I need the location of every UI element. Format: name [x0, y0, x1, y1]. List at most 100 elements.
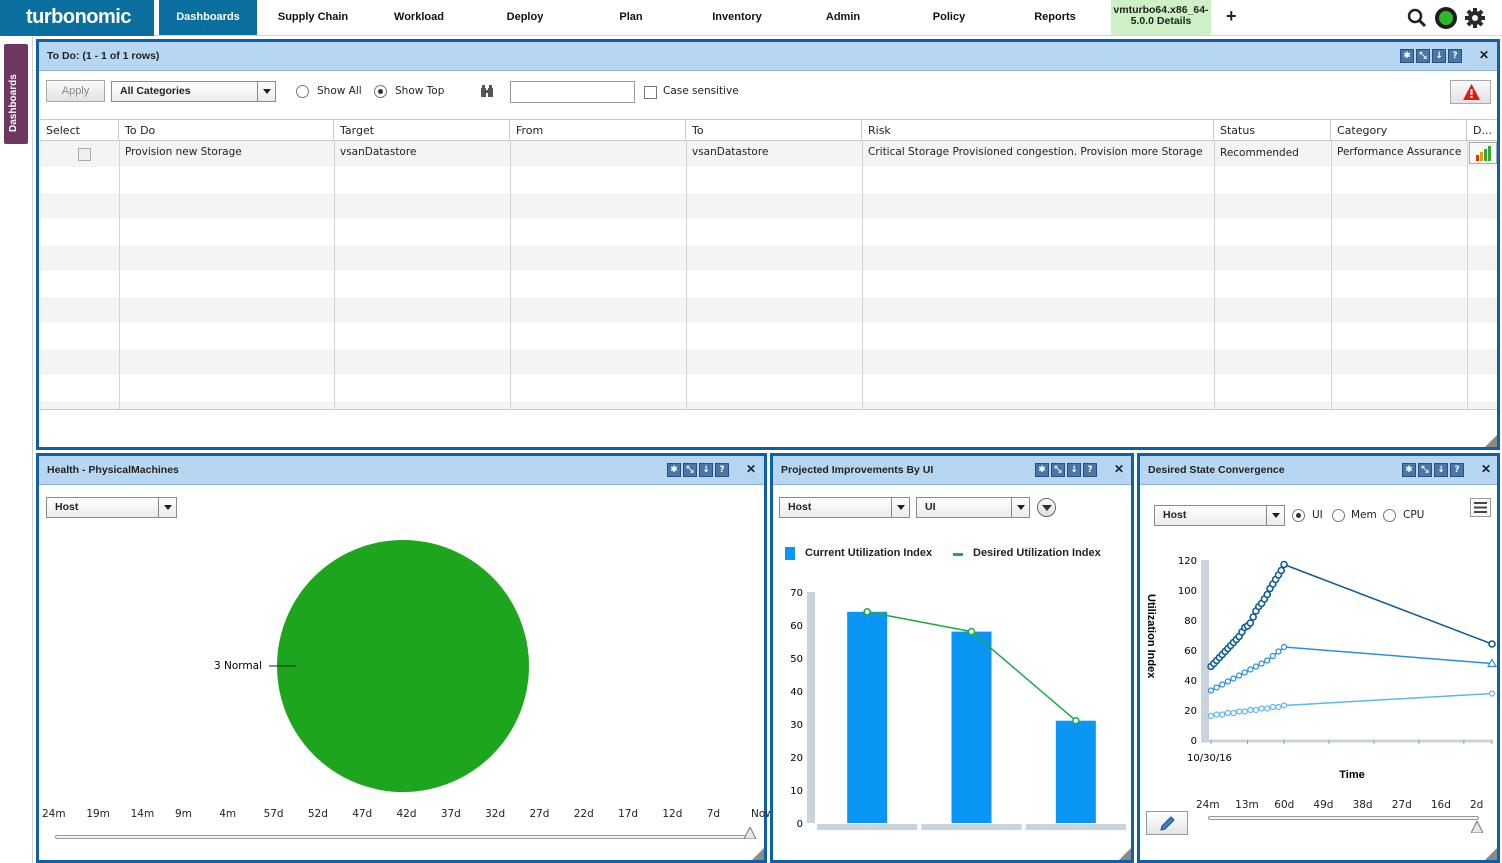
help-icon[interactable]: ? [1083, 463, 1097, 477]
col-category[interactable]: Category [1331, 120, 1467, 141]
close-icon[interactable]: ✕ [1481, 462, 1491, 476]
series-point-cpu[interactable] [1213, 711, 1220, 718]
series-point-cpu[interactable] [1241, 708, 1248, 715]
mem-radio[interactable] [1332, 509, 1345, 522]
nav-policy[interactable]: Policy [900, 0, 998, 35]
download-icon[interactable]: ↓ [699, 463, 713, 477]
resize-handle[interactable] [752, 848, 764, 860]
bar-current-utilization[interactable] [847, 611, 888, 823]
health-time-slider[interactable] [55, 835, 752, 839]
help-icon[interactable]: ? [1448, 49, 1462, 63]
pie-slice-normal[interactable] [277, 540, 529, 792]
slider-handle-icon[interactable] [744, 827, 756, 839]
series-point-cpu[interactable] [1258, 705, 1265, 712]
settings-icon[interactable]: ✱ [667, 463, 681, 477]
col-target[interactable]: Target [334, 120, 510, 141]
nav-admin[interactable]: Admin [794, 0, 892, 35]
series-point-mem[interactable] [1219, 681, 1226, 688]
details-chart-button[interactable] [1469, 142, 1497, 164]
col-risk[interactable]: Risk [862, 120, 1214, 141]
series-point-mem[interactable] [1247, 666, 1254, 673]
maximize-icon[interactable]: ⤡ [1418, 463, 1432, 477]
nav-reports[interactable]: Reports [1006, 0, 1104, 35]
slider-handle-icon[interactable] [1471, 821, 1483, 833]
download-icon[interactable]: ↓ [1434, 463, 1448, 477]
series-point-cpu[interactable] [1264, 705, 1271, 712]
turbonomic-logo[interactable]: turbonomic [0, 0, 154, 36]
series-point-cpu[interactable] [1230, 709, 1237, 717]
series-point-cpu[interactable] [1247, 706, 1254, 714]
desired-entity-select[interactable]: Host [1154, 505, 1285, 526]
close-icon[interactable]: ✕ [746, 462, 756, 476]
gear-icon[interactable] [1464, 7, 1486, 29]
resize-handle[interactable] [1485, 848, 1497, 860]
settings-icon[interactable]: ✱ [1402, 463, 1416, 477]
maximize-icon[interactable]: ⤡ [1051, 463, 1065, 477]
series-point-ui[interactable] [1277, 566, 1286, 575]
series-point-cpu[interactable] [1275, 703, 1282, 711]
col-details[interactable]: D... [1467, 120, 1497, 141]
series-point-mem[interactable] [1264, 657, 1271, 664]
point-desired-utilization[interactable] [863, 608, 871, 616]
filter-input[interactable] [510, 81, 635, 103]
nav-workload[interactable]: Workload [370, 0, 468, 35]
category-select[interactable]: All Categories [111, 81, 276, 102]
series-point-ui[interactable] [1280, 560, 1288, 569]
col-status[interactable]: Status [1214, 120, 1331, 141]
close-icon[interactable]: ✕ [1114, 462, 1124, 476]
maximize-icon[interactable]: ⤡ [683, 463, 697, 477]
show-all-radio[interactable] [296, 85, 309, 98]
chart-menu-button[interactable] [1470, 498, 1491, 517]
series-point-cpu[interactable] [1488, 690, 1496, 697]
point-desired-utilization[interactable] [1072, 716, 1080, 725]
col-select[interactable]: Select [40, 120, 119, 141]
user-avatar-icon[interactable] [1435, 7, 1457, 29]
series-point-mem[interactable] [1230, 675, 1237, 682]
projected-metric-select[interactable]: UI [916, 497, 1030, 518]
desired-time-slider[interactable] [1208, 816, 1479, 820]
series-point-cpu[interactable] [1207, 712, 1215, 720]
series-point-mem[interactable] [1235, 672, 1243, 679]
nav-inventory[interactable]: Inventory [688, 0, 786, 35]
settings-icon[interactable]: ✱ [1400, 49, 1414, 63]
apply-button[interactable]: Apply [46, 80, 105, 102]
download-icon[interactable]: ↓ [1067, 463, 1081, 477]
ui-radio[interactable] [1292, 509, 1305, 522]
download-icon[interactable]: ↓ [1432, 49, 1446, 63]
series-point-ui[interactable] [1246, 619, 1255, 627]
alert-button[interactable] [1450, 80, 1491, 104]
resize-handle[interactable] [1119, 848, 1131, 860]
series-point-cpu[interactable] [1280, 702, 1288, 709]
nav-deploy[interactable]: Deploy [476, 0, 574, 35]
projected-options-button[interactable] [1037, 498, 1056, 517]
bar-current-utilization[interactable] [1055, 720, 1096, 823]
table-row[interactable]: Provision new Storage vsanDatastore vsan… [40, 141, 1497, 167]
resize-handle[interactable] [1485, 435, 1497, 447]
help-icon[interactable]: ? [1450, 463, 1464, 477]
series-point-mem[interactable] [1275, 648, 1282, 655]
col-to[interactable]: To [686, 120, 862, 141]
cpu-radio[interactable] [1383, 509, 1396, 522]
maximize-icon[interactable]: ⤡ [1416, 49, 1430, 63]
series-point-mem[interactable] [1280, 643, 1288, 651]
projected-entity-select[interactable]: Host [779, 497, 910, 518]
col-from[interactable]: From [510, 120, 686, 141]
col-todo[interactable]: To Do [119, 120, 334, 141]
bar-current-utilization[interactable] [951, 631, 992, 823]
series-point-cpu[interactable] [1219, 711, 1226, 718]
series-point-mem[interactable] [1213, 684, 1220, 691]
nav-supply-chain[interactable]: Supply Chain [262, 0, 364, 35]
close-icon[interactable]: ✕ [1479, 48, 1489, 62]
series-point-ui[interactable] [1488, 640, 1496, 648]
show-top-radio[interactable] [374, 85, 387, 98]
series-point-mem[interactable] [1269, 652, 1276, 660]
series-point-mem[interactable] [1241, 669, 1248, 676]
binoculars-icon[interactable] [480, 84, 494, 98]
case-sensitive-checkbox[interactable] [644, 86, 657, 99]
series-point-mem[interactable] [1258, 660, 1265, 667]
series-point-cpu[interactable] [1269, 703, 1276, 711]
nav-dashboards[interactable]: Dashboards [159, 0, 257, 35]
point-desired-utilization[interactable] [967, 627, 976, 636]
series-point-cpu[interactable] [1235, 708, 1243, 715]
series-point-mem[interactable] [1252, 663, 1260, 670]
